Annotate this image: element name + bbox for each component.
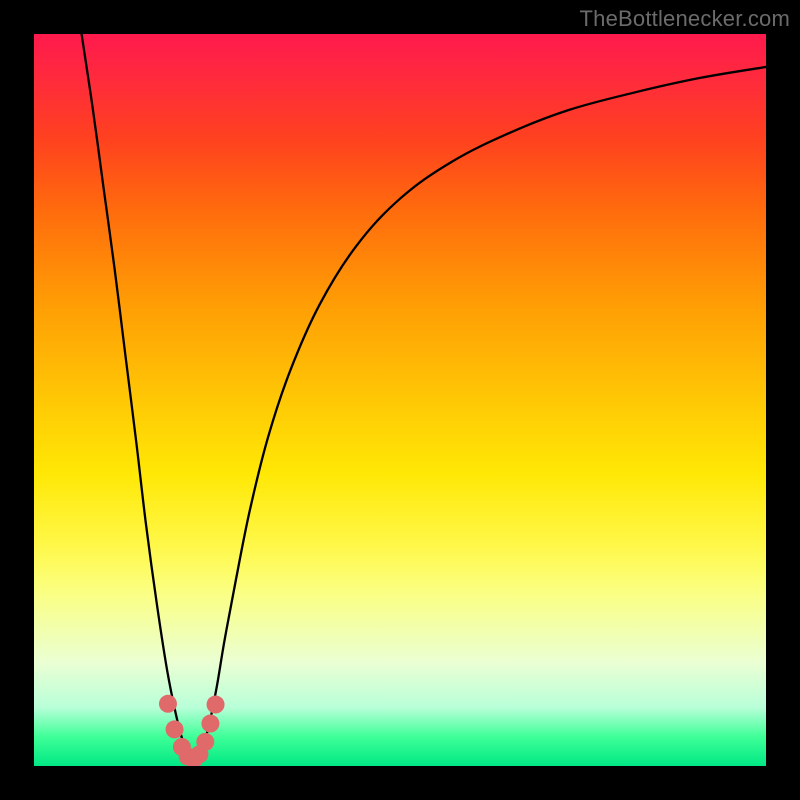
marker-dot: [196, 733, 214, 751]
bottleneck-curve: [34, 34, 766, 766]
marker-dot: [185, 750, 203, 766]
marker-dot: [190, 745, 208, 763]
watermark-text: TheBottlenecker.com: [580, 6, 790, 32]
plot-area: [34, 34, 766, 766]
marker-dot: [166, 720, 184, 738]
highlight-markers: [34, 34, 766, 766]
marker-dot: [179, 747, 197, 765]
marker-dot: [173, 738, 191, 756]
marker-dot: [207, 696, 225, 714]
marker-dot: [201, 715, 219, 733]
chart-frame: TheBottlenecker.com: [0, 0, 800, 800]
marker-dot: [159, 695, 177, 713]
